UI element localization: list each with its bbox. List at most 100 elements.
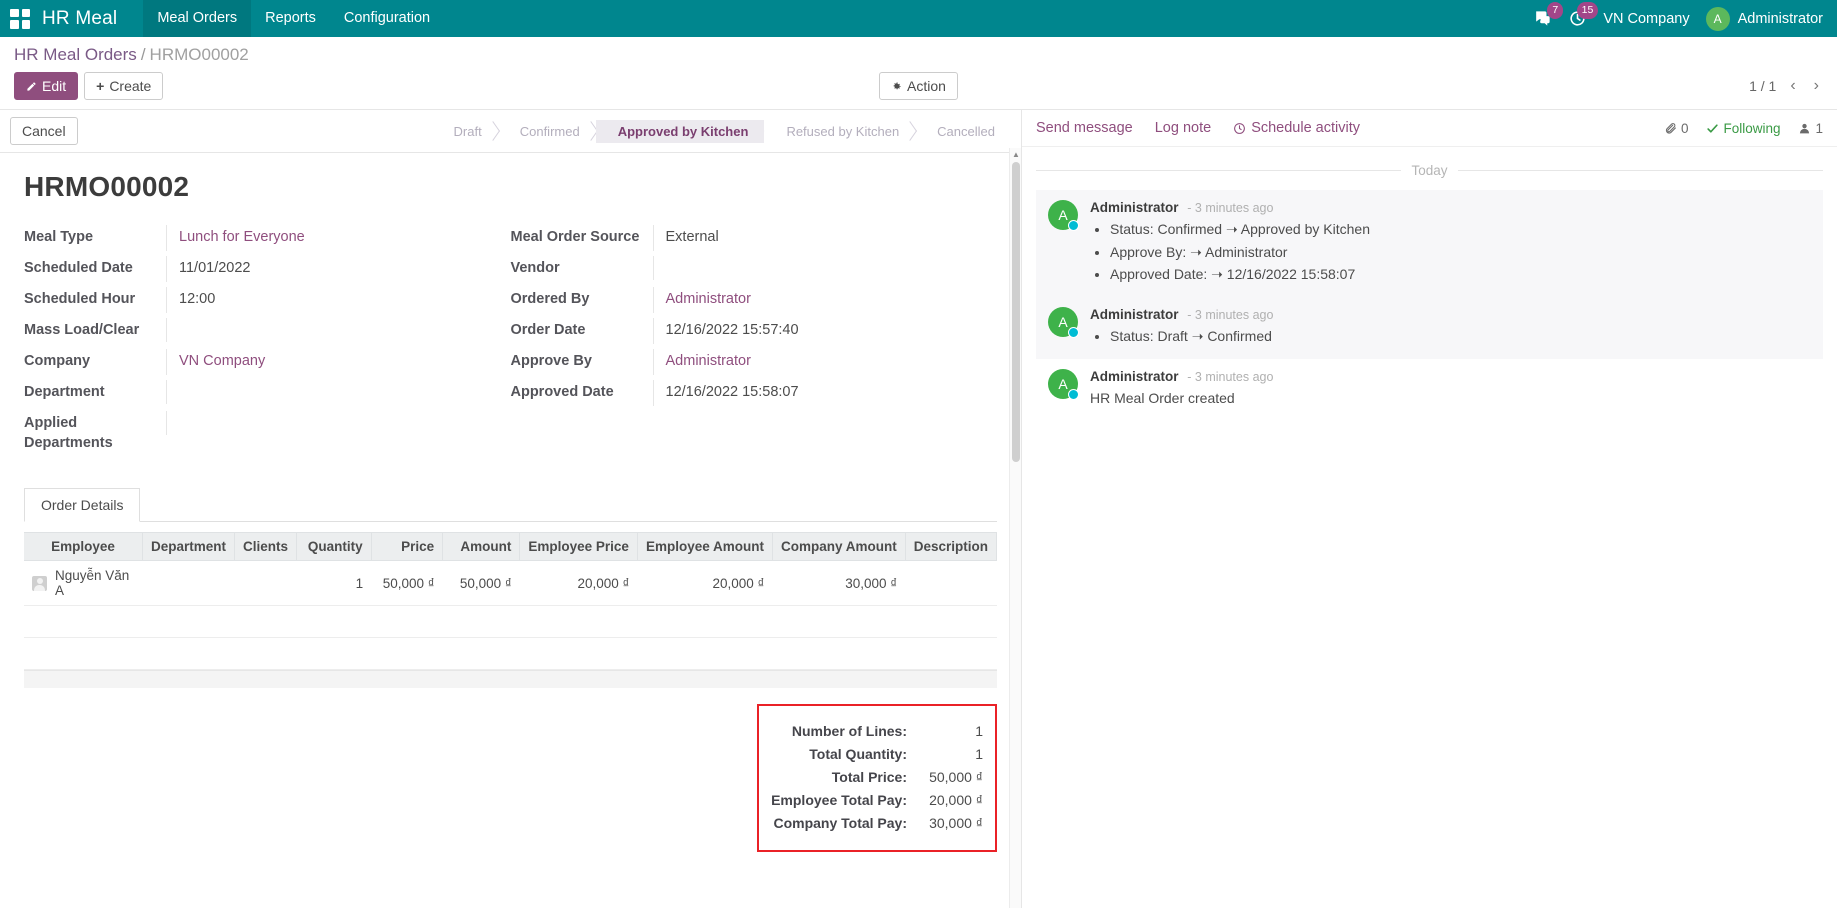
message-thread: Today A Administrator - 3 minutes ago St…	[1022, 147, 1837, 908]
action-menu-wrap: Action	[14, 72, 1823, 100]
day-separator: Today	[1036, 163, 1823, 178]
company-total-pay-value: 30,000 ₫	[921, 815, 983, 831]
control-panel-buttons: Edit + Create Action 1 / 1 ‹ ›	[14, 72, 1823, 109]
company-switcher[interactable]: VN Company	[1603, 11, 1689, 27]
message-bullet: Approved Date: ➝ 12/16/2022 15:58:07	[1110, 264, 1811, 286]
cell-employee: Nguyễn Văn A	[24, 561, 143, 606]
message-header: Administrator - 3 minutes ago	[1090, 369, 1811, 384]
field-scheduled-date: Scheduled Date 11/01/2022	[24, 256, 505, 284]
followers-button[interactable]: 1	[1798, 121, 1823, 136]
field-approve-by-value[interactable]: Administrator	[653, 349, 992, 375]
cell-company-amount: 30,000 ₫	[772, 561, 905, 606]
message-bullet: Status: Draft ➝ Confirmed	[1110, 326, 1811, 348]
cancel-button[interactable]: Cancel	[10, 117, 78, 145]
status-draft[interactable]: Draft	[432, 120, 498, 143]
cell-amount: 50,000 ₫	[443, 561, 520, 606]
status-approved-by-kitchen[interactable]: Approved by Kitchen	[596, 120, 765, 143]
schedule-activity-button[interactable]: Schedule activity	[1233, 120, 1360, 136]
col-employee[interactable]: Employee	[24, 533, 143, 561]
message-bullet: Status: Confirmed ➝ Approved by Kitchen	[1110, 219, 1811, 241]
scroll-up-icon[interactable]: ▲	[1012, 150, 1020, 159]
field-meal-type-value[interactable]: Lunch for Everyone	[166, 225, 505, 251]
avatar: A	[1048, 200, 1078, 230]
gear-icon	[891, 81, 902, 92]
status-cancelled[interactable]: Cancelled	[915, 120, 1011, 143]
field-order-date: Order Date 12/16/2022 15:57:40	[511, 318, 992, 346]
total-quantity: Total Quantity: 1	[771, 746, 983, 762]
top-navbar: HR Meal Meal Orders Reports Configuratio…	[0, 0, 1837, 37]
field-applied-departments: Applied Departments	[24, 411, 505, 456]
message-item: A Administrator - 3 minutes ago Status: …	[1036, 297, 1823, 359]
pager-value: 1 / 1	[1749, 78, 1776, 94]
table-row[interactable]: Nguyễn Văn A 1 50,000 ₫ 50,000 ₫ 20,000 …	[24, 561, 997, 606]
field-scheduled-hour-value: 12:00	[166, 287, 505, 313]
breadcrumb-root[interactable]: HR Meal Orders	[14, 45, 137, 64]
field-mass-load-clear: Mass Load/Clear	[24, 318, 505, 346]
col-employee-price[interactable]: Employee Price	[520, 533, 638, 561]
tab-order-details[interactable]: Order Details	[24, 488, 140, 522]
col-company-amount[interactable]: Company Amount	[772, 533, 905, 561]
table-footer-filler	[24, 670, 997, 688]
col-clients[interactable]: Clients	[235, 533, 297, 561]
field-meal-order-source: Meal Order Source External	[511, 225, 992, 253]
page-title: HRMO00002	[24, 171, 997, 203]
table-empty-row	[24, 606, 997, 638]
field-ordered-by-value[interactable]: Administrator	[653, 287, 992, 313]
col-description[interactable]: Description	[905, 533, 996, 561]
col-price[interactable]: Price	[371, 533, 443, 561]
menu-configuration[interactable]: Configuration	[330, 0, 444, 37]
table-header: Employee Department Clients Quantity Pri…	[24, 533, 997, 561]
action-button[interactable]: Action	[879, 72, 958, 100]
messages-button[interactable]: 7	[1533, 9, 1552, 28]
table-header-row: Employee Department Clients Quantity Pri…	[24, 533, 997, 561]
field-applied-departments-label: Applied Departments	[24, 411, 166, 456]
attachments-button[interactable]: 0	[1664, 121, 1689, 136]
create-button[interactable]: + Create	[84, 72, 163, 100]
col-department[interactable]: Department	[143, 533, 235, 561]
statusbar: Draft Confirmed Approved by Kitchen Refu…	[432, 120, 1011, 143]
field-department-value	[166, 380, 505, 404]
total-price-value: 50,000 ₫	[921, 769, 983, 785]
edit-button[interactable]: Edit	[14, 72, 78, 100]
total-number-of-lines-label: Number of Lines:	[771, 723, 921, 739]
log-note-button[interactable]: Log note	[1155, 120, 1211, 136]
field-company: Company VN Company	[24, 349, 505, 377]
field-order-date-value: 12/16/2022 15:57:40	[653, 318, 992, 344]
field-vendor-value	[653, 256, 992, 280]
col-amount[interactable]: Amount	[443, 533, 520, 561]
form-pane: Cancel Draft Confirmed Approved by Kitch…	[0, 110, 1022, 908]
field-scheduled-hour: Scheduled Hour 12:00	[24, 287, 505, 315]
apps-grid-icon[interactable]	[10, 9, 30, 29]
navbar-right: 7 15 VN Company A Administrator	[1533, 7, 1823, 31]
message-body: Administrator - 3 minutes ago HR Meal Or…	[1090, 369, 1811, 410]
field-ordered-by: Ordered By Administrator	[511, 287, 992, 315]
col-employee-amount[interactable]: Employee Amount	[637, 533, 772, 561]
message-body: Administrator - 3 minutes ago Status: Co…	[1090, 200, 1811, 287]
total-quantity-label: Total Quantity:	[771, 746, 921, 762]
status-confirmed[interactable]: Confirmed	[498, 120, 596, 143]
field-mass-load-clear-value	[166, 318, 505, 342]
col-quantity[interactable]: Quantity	[297, 533, 372, 561]
message-bullet: Approve By: ➝ Administrator	[1110, 242, 1811, 264]
pager: 1 / 1 ‹ ›	[1749, 77, 1823, 95]
send-message-button[interactable]: Send message	[1036, 120, 1133, 136]
scrollbar-thumb[interactable]	[1012, 162, 1020, 462]
message-content: HR Meal Order created	[1090, 388, 1811, 410]
paperclip-icon	[1664, 122, 1677, 135]
status-refused-by-kitchen[interactable]: Refused by Kitchen	[764, 120, 915, 143]
chatter-pane: Send message Log note Schedule activity …	[1022, 110, 1837, 908]
menu-meal-orders[interactable]: Meal Orders	[143, 0, 251, 37]
activities-button[interactable]: 15	[1568, 9, 1587, 28]
following-button[interactable]: Following	[1706, 121, 1780, 136]
message-timestamp: - 3 minutes ago	[1187, 201, 1273, 215]
user-menu[interactable]: A Administrator	[1706, 7, 1823, 31]
form-scrollbar[interactable]: ▲	[1009, 148, 1021, 908]
menu-reports[interactable]: Reports	[251, 0, 330, 37]
table-body: Nguyễn Văn A 1 50,000 ₫ 50,000 ₫ 20,000 …	[24, 561, 997, 670]
pager-previous-icon[interactable]: ‹	[1786, 77, 1799, 95]
app-brand[interactable]: HR Meal	[42, 8, 117, 30]
company-total-pay-label: Company Total Pay:	[771, 815, 921, 831]
field-company-value[interactable]: VN Company	[166, 349, 505, 375]
pager-next-icon[interactable]: ›	[1810, 77, 1823, 95]
cell-employee-amount: 20,000 ₫	[637, 561, 772, 606]
